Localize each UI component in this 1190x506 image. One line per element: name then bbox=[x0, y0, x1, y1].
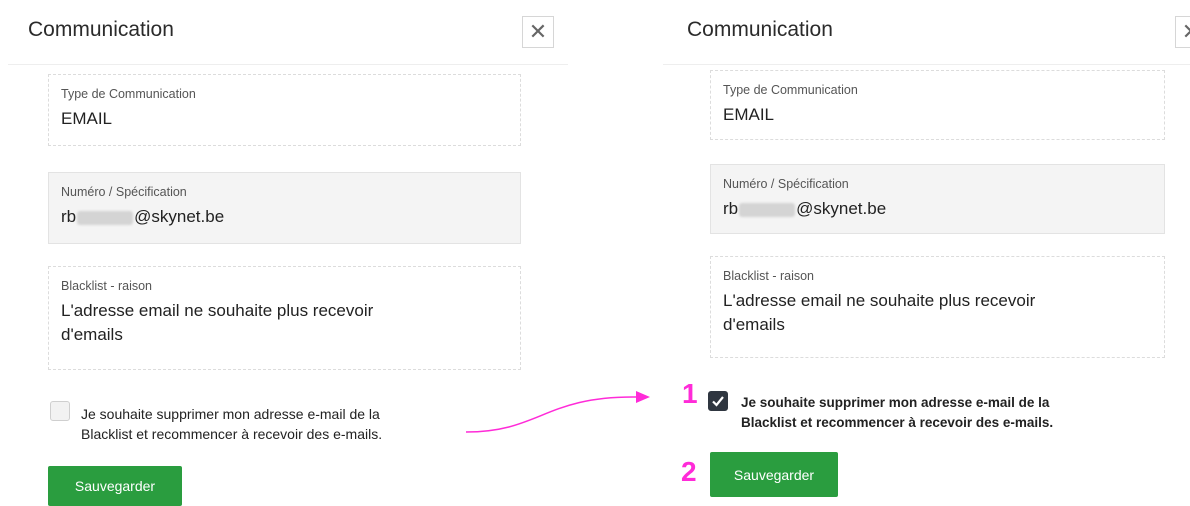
arrow-icon bbox=[465, 391, 650, 433]
